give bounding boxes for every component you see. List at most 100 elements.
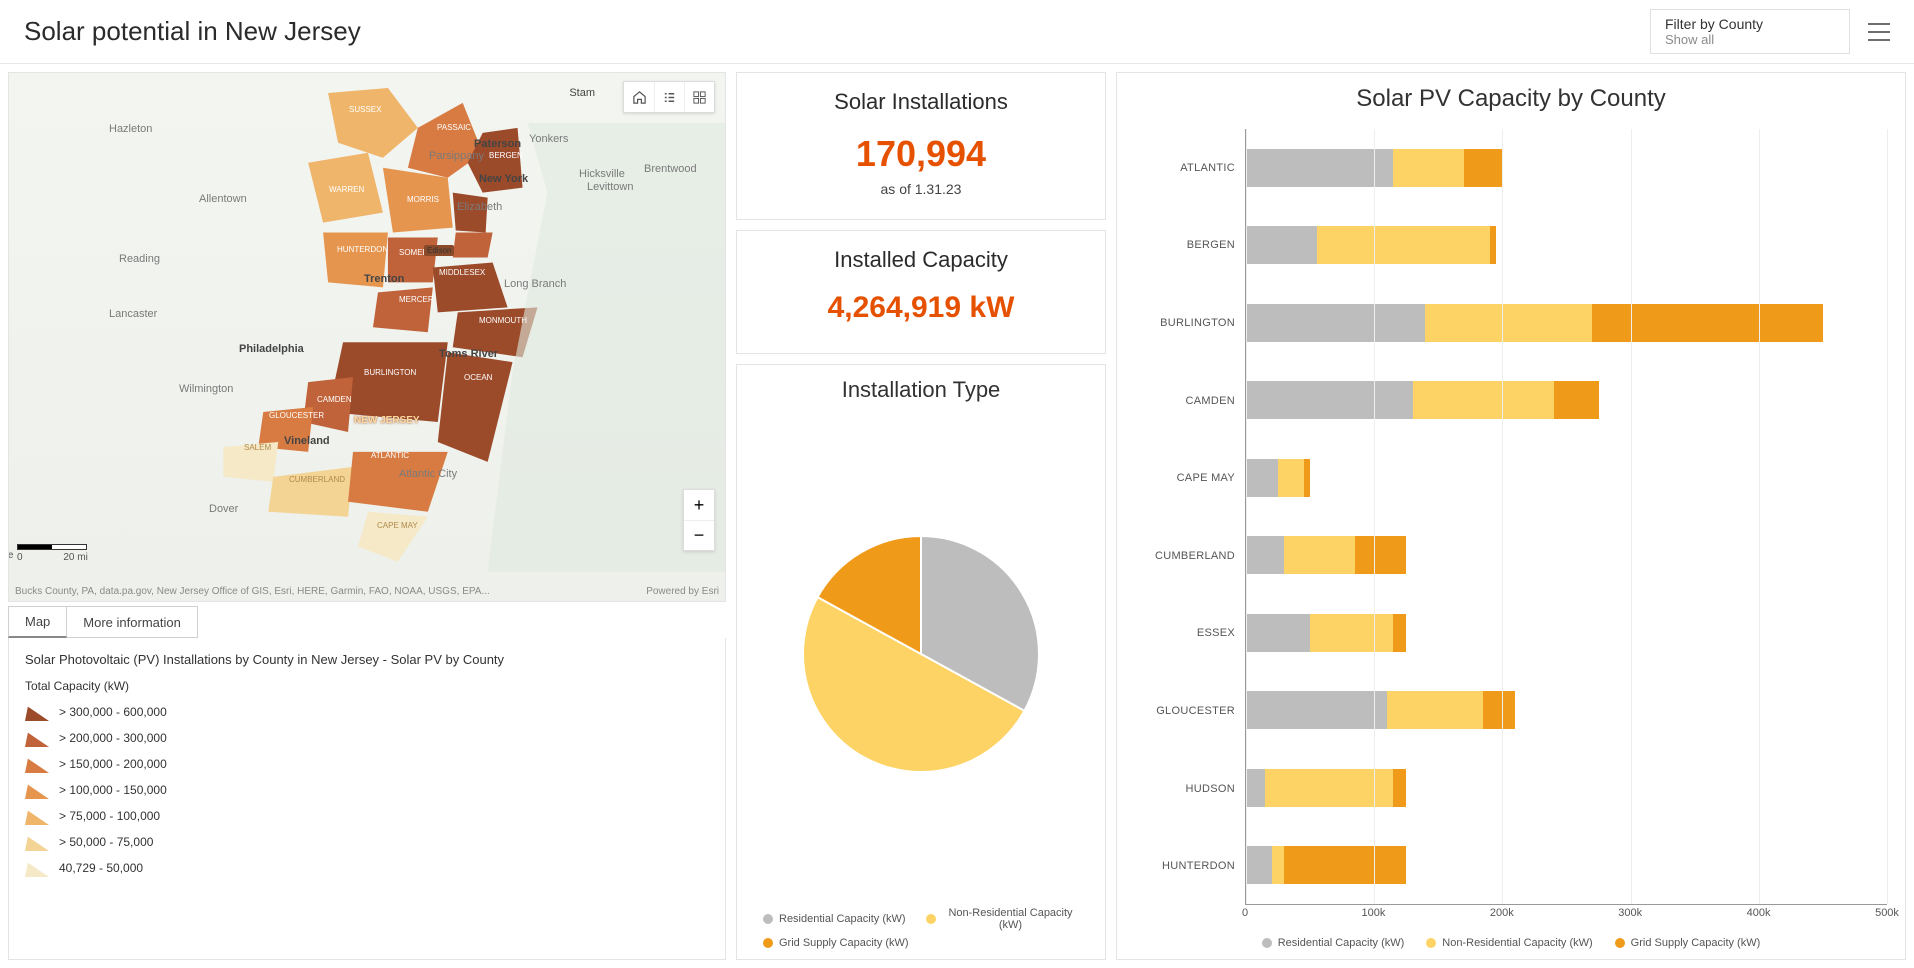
attribution-text: Bucks County, PA, data.pa.gov, New Jerse… [15,586,490,597]
bar-segment [1490,226,1496,264]
county-hunterdon[interactable] [323,233,388,288]
scale-right: 20 mi [63,552,87,563]
county-essex[interactable] [453,193,488,233]
county-morris[interactable] [383,168,453,233]
dot-icon [926,914,936,924]
middle-column: Solar Installations 170,994 as of 1.31.2… [736,72,1106,960]
dashboard-header: Solar potential in New Jersey Filter by … [0,0,1914,64]
bar-chart[interactable]: ATLANTICBERGENBURLINGTONCAMDENCAPE MAYCU… [1135,129,1887,905]
county-union[interactable] [453,233,493,258]
pie-legend: Residential Capacity (kW) Non-Residentia… [745,899,1097,949]
county-atlantic[interactable] [348,452,448,512]
legend-item: 40,729 - 50,000 [25,859,709,877]
kpi2-title: Installed Capacity [745,247,1097,273]
county-cumberland[interactable] [268,467,353,517]
bar-segment [1393,614,1406,652]
map-home-button[interactable] [624,82,654,112]
bar-segment [1278,459,1304,497]
county-somerset[interactable] [388,238,438,283]
zoom-in-button[interactable]: + [684,490,714,520]
bar-row[interactable] [1246,517,1887,595]
map-legend-panel: Solar Photovoltaic (PV) Installations by… [8,638,726,960]
bar-segment [1393,769,1406,807]
bar-segment [1272,846,1285,884]
kpi-installations: Solar Installations 170,994 as of 1.31.2… [736,72,1106,220]
pie-legend-grid: Grid Supply Capacity (kW) [763,937,916,949]
filter-value: Show all [1665,32,1835,47]
bar-segment [1246,459,1278,497]
bar-segment [1355,536,1406,574]
bar-row[interactable] [1246,827,1887,905]
scale-ore: ore [8,550,13,561]
bar-segment [1246,536,1284,574]
bar-rows [1246,129,1887,904]
bar-y-label: CAMDEN [1135,362,1245,440]
bar-segment [1393,149,1464,187]
bar-segment [1304,459,1310,497]
county-ocean[interactable] [438,352,513,462]
bar-panel: Solar PV Capacity by County ATLANTICBERG… [1116,72,1906,960]
map-panel[interactable]: Stam Hazleton Allentown Reading Lancaste… [8,72,726,602]
bar-segment [1246,614,1310,652]
map-attribution: Bucks County, PA, data.pa.gov, New Jerse… [15,586,719,597]
county-sussex[interactable] [328,88,418,158]
list-icon [662,90,677,105]
pie-panel: Installation Type Residential Capacity (… [736,364,1106,960]
bar-title: Solar PV Capacity by County [1135,85,1887,113]
legend-item: > 75,000 - 100,000 [25,807,709,825]
map-legend-button[interactable] [654,82,684,112]
bar-x-tick: 100k [1361,907,1385,919]
bar-legend: Residential Capacity (kW) Non-Residentia… [1135,929,1887,951]
pie-title: Installation Type [745,377,1097,403]
attribution-esri: Powered by Esri [646,586,719,597]
county-mercer[interactable] [373,287,433,332]
menu-icon[interactable] [1868,23,1890,41]
kpi1-sub: as of 1.31.23 [745,181,1097,197]
tab-map[interactable]: Map [8,606,67,638]
county-capemay[interactable] [358,512,428,562]
bar-y-label: HUNTERDON [1135,827,1245,905]
map-tabs: Map More information [8,606,726,638]
bar-x-tick: 300k [1618,907,1642,919]
kpi2-value: 4,264,919 kW [745,291,1097,325]
bar-segment [1425,304,1592,342]
bar-row[interactable] [1246,672,1887,750]
pie-svg [801,534,1041,774]
bar-row[interactable] [1246,284,1887,362]
bar-segment [1246,769,1265,807]
home-icon [632,90,647,105]
dot-icon [1426,938,1436,948]
kpi1-title: Solar Installations [745,89,1097,115]
county-middlesex[interactable] [433,262,508,312]
zoom-out-button[interactable]: − [684,520,714,550]
county-warren[interactable] [308,153,383,223]
legend-item: > 300,000 - 600,000 [25,703,709,721]
pie-legend-res: Residential Capacity (kW) [763,907,916,931]
nj-map[interactable] [9,73,725,572]
header-actions: Filter by County Show all [1650,9,1890,54]
legend-title: Solar Photovoltaic (PV) Installations by… [25,652,709,667]
tab-more-information[interactable]: More information [67,606,198,638]
map-scale-bar: ore 0 20 mi [17,544,88,563]
bar-y-label: HUDSON [1135,750,1245,828]
bar-row[interactable] [1246,129,1887,207]
pie-chart[interactable] [745,409,1097,899]
legend-swatch [25,755,49,773]
bar-y-label: BERGEN [1135,207,1245,285]
filter-by-county-dropdown[interactable]: Filter by County Show all [1650,9,1850,54]
bar-row[interactable] [1246,362,1887,440]
bar-row[interactable] [1246,207,1887,285]
bar-segment [1284,536,1355,574]
county-salem[interactable] [223,442,278,482]
dot-icon [763,914,773,924]
bar-x-tick: 500k [1875,907,1899,919]
legend-item: > 150,000 - 200,000 [25,755,709,773]
bar-row[interactable] [1246,594,1887,672]
pie-legend-nonres: Non-Residential Capacity (kW) [926,907,1079,931]
map-basemap-button[interactable] [684,82,714,112]
map-zoom-controls: + − [683,489,715,551]
bar-row[interactable] [1246,439,1887,517]
bar-row[interactable] [1246,749,1887,827]
bar-x-tick: 200k [1490,907,1514,919]
filter-label: Filter by County [1665,16,1835,32]
